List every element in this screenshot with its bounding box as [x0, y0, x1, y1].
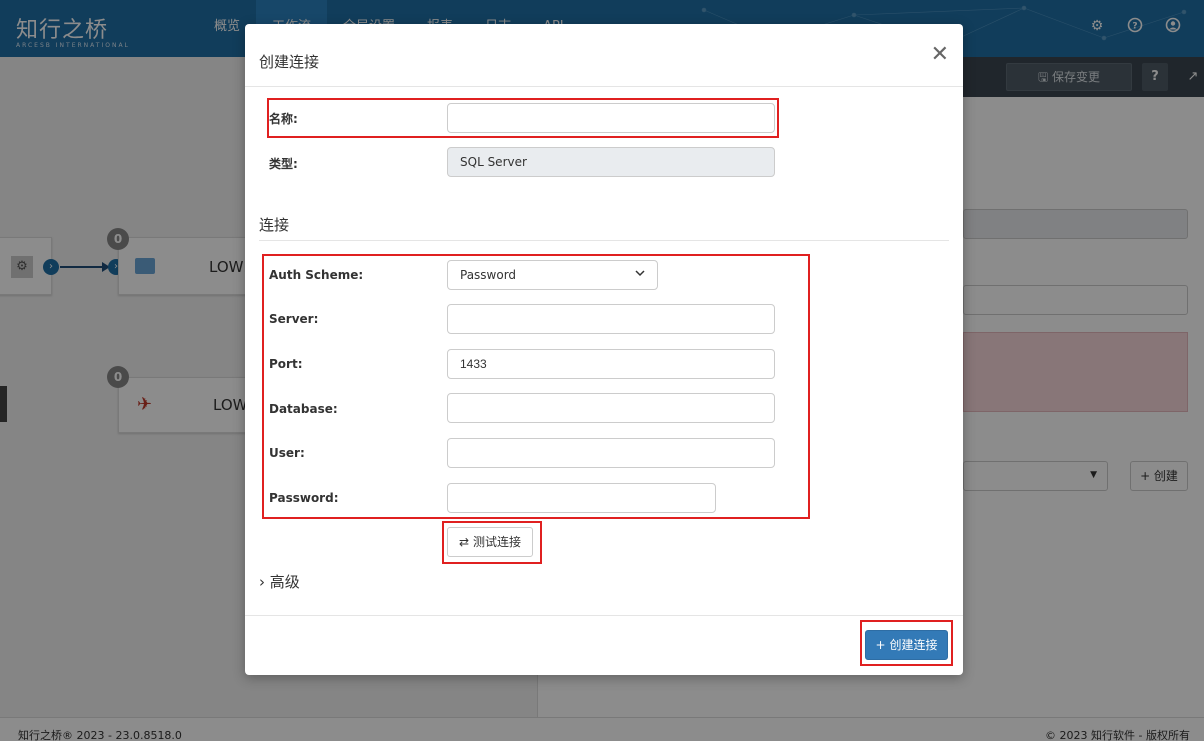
server-input[interactable] [447, 304, 775, 334]
test-connection-label: 测试连接 [472, 535, 521, 549]
chevron-down-icon [635, 270, 645, 277]
modal-footer-divider [245, 615, 963, 616]
database-input[interactable] [447, 393, 775, 423]
modal-header: 创建连接 ✕ [245, 24, 963, 87]
port-label: Port: [269, 357, 303, 371]
test-connection-button[interactable]: ⇄ 测试连接 [447, 527, 533, 557]
highlight-connection-fields [262, 254, 810, 519]
auth-scheme-label: Auth Scheme: [269, 268, 364, 282]
advanced-toggle[interactable]: › 高级 [259, 571, 300, 592]
plus-icon: + [875, 638, 886, 652]
create-connection-modal: 创建连接 ✕ 名称: 类型: SQL Server 连接 Auth Scheme… [245, 24, 963, 675]
close-icon[interactable]: ✕ [931, 44, 949, 66]
connection-section-title: 连接 [259, 216, 290, 234]
password-label: Password: [269, 491, 339, 505]
database-label: Database: [269, 402, 338, 416]
swap-arrows-icon: ⇄ [459, 535, 470, 549]
chevron-right-icon: › [259, 573, 265, 591]
section-divider [259, 240, 949, 241]
create-connection-label: 创建连接 [889, 638, 938, 652]
name-input[interactable] [447, 103, 775, 133]
type-field: SQL Server [447, 147, 775, 177]
modal-title: 创建连接 [259, 53, 320, 71]
port-input[interactable] [447, 349, 775, 379]
auth-scheme-select[interactable]: Password [447, 260, 658, 290]
type-label: 类型: [269, 157, 298, 171]
password-input[interactable] [447, 483, 716, 513]
name-label: 名称: [269, 112, 298, 126]
user-label: User: [269, 446, 305, 460]
user-input[interactable] [447, 438, 775, 468]
create-connection-button[interactable]: + 创建连接 [865, 630, 948, 660]
advanced-label: 高级 [269, 573, 300, 591]
server-label: Server: [269, 312, 319, 326]
auth-scheme-value: Password [460, 268, 517, 282]
